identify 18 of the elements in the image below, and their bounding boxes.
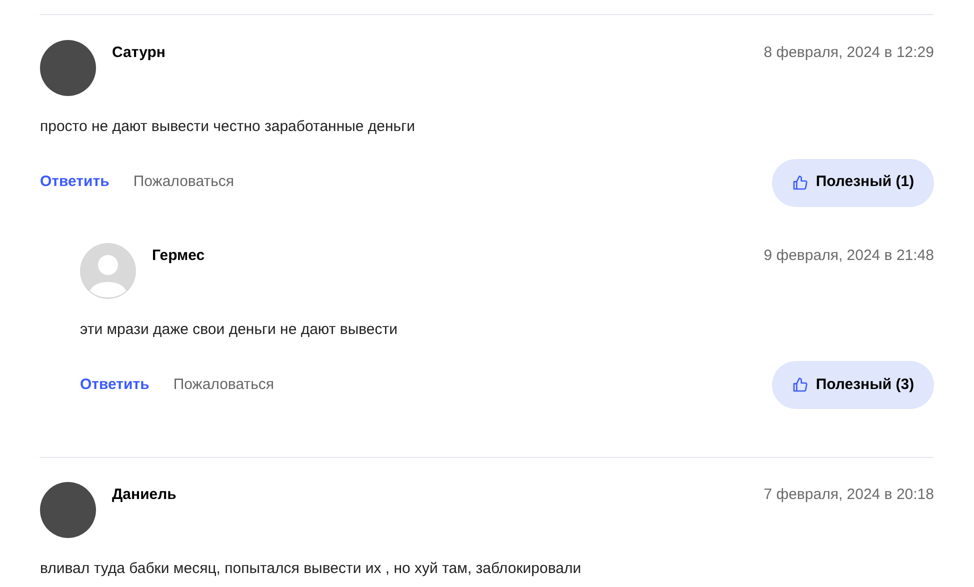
thumbs-up-icon: [792, 377, 808, 393]
comment-date: 8 февраля, 2024 в 12:29: [764, 43, 934, 63]
thumbs-up-icon: [792, 174, 808, 190]
comment-text: вливал туда бабки месяц, попытался вывести их , но хуй там, заблокировали: [40, 559, 582, 579]
reply-link[interactable]: Ответить: [80, 374, 150, 396]
comment-text: эти мрази даже свои деньги не дают вывести: [80, 320, 399, 340]
reply-link[interactable]: Ответить: [40, 171, 110, 194]
author-name: Гермес: [152, 246, 205, 266]
comment-text: просто не дают вывести честно заработанные деньги: [40, 117, 416, 137]
report-link[interactable]: Пожаловаться: [173, 374, 274, 396]
helpful-button[interactable]: Полезный (1): [772, 158, 934, 206]
helpful-button[interactable]: Полезный (3): [772, 361, 934, 409]
author-name: Даниель: [112, 485, 176, 505]
avatar-silhouette-icon: [80, 242, 136, 298]
author-name: Сатурн: [112, 43, 166, 63]
report-link[interactable]: Пожаловаться: [133, 171, 234, 194]
comment-date: 9 февраля, 2024 в 21:48: [764, 246, 934, 266]
comment-date: 7 февраля, 2024 в 20:18: [764, 485, 934, 505]
